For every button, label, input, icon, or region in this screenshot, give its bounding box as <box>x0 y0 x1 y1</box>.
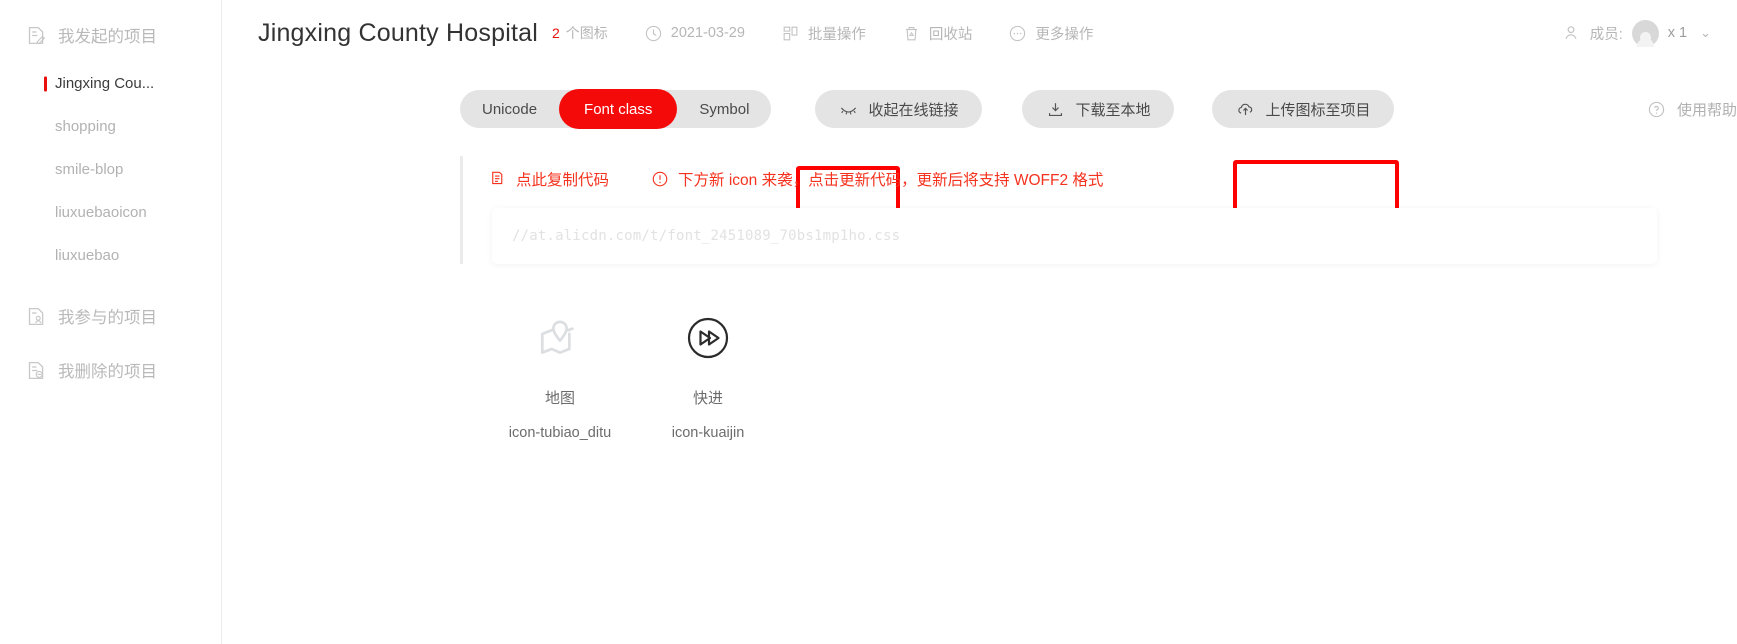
upload-icons-button[interactable]: 上传图标至项目 <box>1212 90 1395 128</box>
members-selector[interactable]: 成员: x 1 ⌄ <box>1561 19 1711 47</box>
css-url-text: //at.alicdn.com/t/font_2451089_70bs1mp1h… <box>512 228 901 244</box>
download-icon <box>1046 100 1065 119</box>
collapse-online-link-button[interactable]: 收起在线链接 <box>815 90 983 128</box>
sidebar-item-label: smile-blop <box>55 161 124 178</box>
icon-count-unit: 个图标 <box>565 25 608 41</box>
avatar-body <box>1636 37 1654 47</box>
format-tabs: Unicode Font class Symbol <box>460 89 772 129</box>
tab-label: Symbol <box>699 100 750 118</box>
page-title: Jingxing County Hospital <box>258 18 538 47</box>
icon-name-cn: 地图 <box>544 390 575 407</box>
doc-edit-icon <box>26 25 47 46</box>
batch-operation-label: 批量操作 <box>807 26 866 43</box>
collapse-online-link-label: 收起在线链接 <box>868 101 959 119</box>
icon-class-name: icon-tubiao_ditu <box>508 425 612 441</box>
recycle-bin-label: 回收站 <box>928 26 973 43</box>
avatar <box>1631 19 1659 47</box>
recycle-bin-button[interactable]: 回收站 <box>902 23 973 44</box>
sidebar-group-label: 我发起的项目 <box>58 28 157 46</box>
copy-icon <box>489 170 507 188</box>
members-label: 成员: <box>1589 26 1623 43</box>
tab-symbol[interactable]: Symbol <box>677 90 771 128</box>
sidebar-item-jingxing[interactable]: Jingxing Cou... <box>0 62 221 105</box>
copy-code-button[interactable]: 点此复制代码 <box>489 168 609 190</box>
sidebar: 我发起的项目 Jingxing Cou... shopping smile-bl… <box>0 0 222 644</box>
usage-help-button[interactable]: 使用帮助 <box>1647 99 1737 120</box>
icon-count: 2 <box>551 25 560 41</box>
map-pin-icon <box>535 308 585 368</box>
sidebar-item-shopping[interactable]: shopping <box>0 105 221 148</box>
icon-card-ditu[interactable]: 地图 icon-tubiao_ditu <box>486 308 634 441</box>
toolbar: Unicode Font class Symbol 收起在线链接 下载至本地 上… <box>460 88 1737 237</box>
ellipsis-circle-icon <box>1008 24 1027 43</box>
tab-label: Font class <box>584 100 653 118</box>
tab-unicode[interactable]: Unicode <box>460 90 559 128</box>
sidebar-group-label: 我参与的项目 <box>58 309 157 327</box>
batch-operation-button[interactable]: 批量操作 <box>781 23 866 44</box>
icon-card-kuaijin[interactable]: 快进 icon-kuaijin <box>634 308 782 441</box>
icon-class-name: icon-kuaijin <box>671 425 745 441</box>
download-to-local-button[interactable]: 下载至本地 <box>1022 90 1175 128</box>
more-operations-button[interactable]: 更多操作 <box>1008 23 1093 44</box>
new-icon-notice-label: 下方新 icon 来袭，点击更新代码，更新后将支持 WOFF2 格式 <box>678 172 1104 189</box>
eye-closed-icon <box>839 100 858 119</box>
members-count: x 1 <box>1667 25 1688 41</box>
sidebar-group-deleted-projects[interactable]: 我删除的项目 <box>0 349 221 391</box>
more-operations-label: 更多操作 <box>1035 26 1094 43</box>
sidebar-item-liuxuebaoicon[interactable]: liuxuebaoicon <box>0 191 221 234</box>
notice-row: 点此复制代码 下方新 icon 来袭，点击更新代码，更新后将支持 WOFF2 格… <box>463 156 1737 202</box>
icon-grid: 地图 icon-tubiao_ditu 快进 icon-kuaijin <box>486 308 1737 441</box>
new-icon-notice[interactable]: 下方新 icon 来袭，点击更新代码，更新后将支持 WOFF2 格式 <box>651 168 1103 190</box>
sidebar-group-label: 我删除的项目 <box>58 363 157 381</box>
cloud-upload-icon <box>1236 100 1255 119</box>
exclamation-circle-icon <box>651 170 669 188</box>
sidebar-project-list: Jingxing Cou... shopping smile-blop liux… <box>0 62 221 277</box>
main-content: Jingxing County Hospital 2 个图标 2021-03-2… <box>222 0 1737 644</box>
sidebar-item-label: Jingxing Cou... <box>55 75 155 92</box>
tab-font-class[interactable]: Font class <box>559 89 678 129</box>
sidebar-group-my-projects[interactable]: 我发起的项目 <box>0 14 221 56</box>
sidebar-group-joined-projects[interactable]: 我参与的项目 <box>0 295 221 337</box>
project-date-label: 2021-03-29 <box>670 25 745 41</box>
project-header: Jingxing County Hospital 2 个图标 2021-03-2… <box>258 0 1711 66</box>
sidebar-item-label: shopping <box>55 118 116 135</box>
sidebar-item-liuxuebao[interactable]: liuxuebao <box>0 234 221 277</box>
doc-user-icon <box>26 306 47 327</box>
sidebar-item-label: liuxuebao <box>55 247 120 264</box>
download-to-local-label: 下载至本地 <box>1075 101 1151 119</box>
css-url-input[interactable]: //at.alicdn.com/t/font_2451089_70bs1mp1h… <box>492 208 1657 264</box>
sidebar-item-smile-blop[interactable]: smile-blop <box>0 148 221 191</box>
chevron-down-icon[interactable]: ⌄ <box>1700 25 1711 41</box>
code-panel: 点此复制代码 下方新 icon 来袭，点击更新代码，更新后将支持 WOFF2 格… <box>460 156 1737 264</box>
question-circle-icon <box>1647 100 1666 119</box>
upload-icons-label: 上传图标至项目 <box>1265 101 1371 119</box>
doc-delete-icon <box>26 360 47 381</box>
users-icon <box>1561 23 1581 43</box>
fast-forward-circle-icon <box>684 308 732 368</box>
iconfont-project-page: 我发起的项目 Jingxing Cou... shopping smile-bl… <box>0 0 1737 644</box>
batch-icon <box>781 24 800 43</box>
tab-label: Unicode <box>482 100 538 118</box>
project-date: 2021-03-29 <box>644 24 745 43</box>
sidebar-item-label: liuxuebaoicon <box>55 204 147 221</box>
usage-help-label: 使用帮助 <box>1676 101 1737 119</box>
clock-icon <box>644 24 663 43</box>
icon-name-cn: 快进 <box>692 390 723 407</box>
copy-code-label: 点此复制代码 <box>516 172 610 189</box>
trash-icon <box>902 24 921 43</box>
